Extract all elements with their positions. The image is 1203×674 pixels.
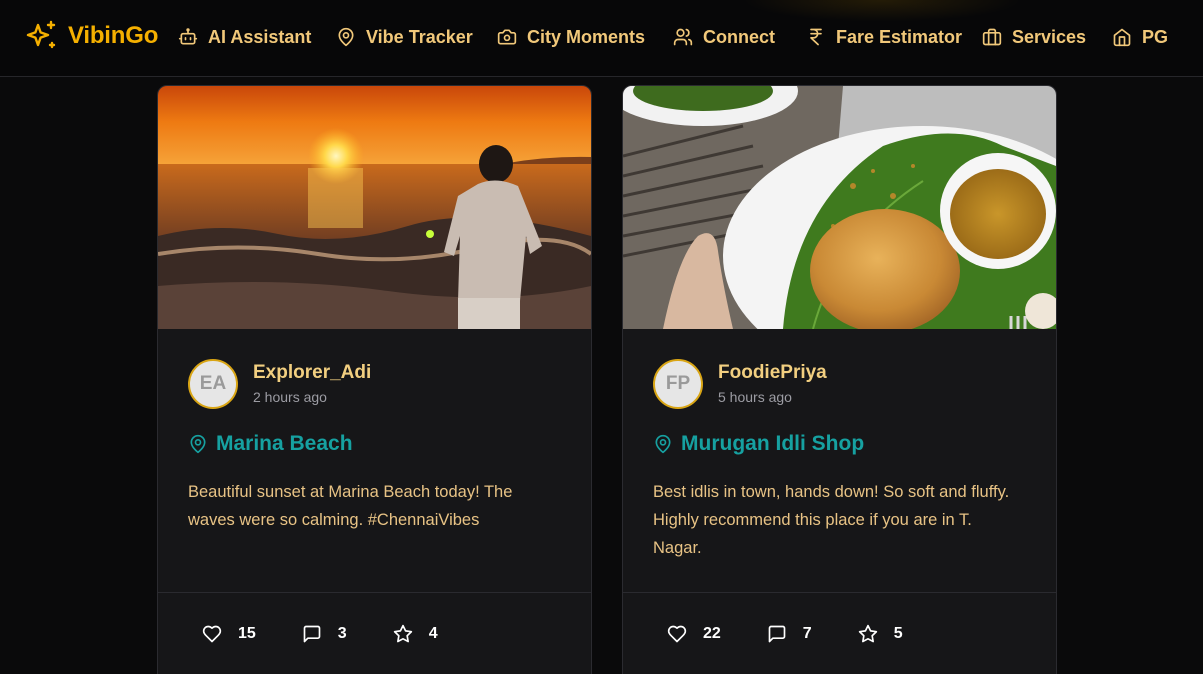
nav-pg[interactable]: PG (1112, 24, 1168, 50)
post-text: Beautiful sunset at Marina Beach today! … (188, 483, 513, 529)
nav-label: Vibe Tracker (366, 26, 473, 47)
post-actions: 22 7 5 (667, 624, 903, 644)
star-count: 4 (428, 625, 438, 642)
map-pin-icon (338, 27, 354, 47)
rupee-icon (810, 28, 822, 46)
location-name: Marina Beach (216, 432, 353, 455)
top-navbar: VibinGo AI Assistant Vibe Tracker City M… (0, 0, 1203, 77)
post-author[interactable]: EA Explorer_Adi 2 hours ago (188, 359, 371, 409)
post-time: 5 hours ago (718, 389, 792, 405)
post-actions: 15 3 4 (202, 624, 438, 644)
nav-services[interactable]: Services (982, 24, 1086, 50)
sparkle-icon (24, 19, 58, 53)
home-icon (1113, 28, 1131, 47)
camera-icon (497, 29, 517, 45)
divider (623, 592, 1056, 593)
nav-label: City Moments (527, 26, 646, 47)
divider (158, 592, 591, 593)
star-button[interactable]: 5 (858, 624, 903, 644)
brand[interactable]: VibinGo (24, 18, 158, 54)
robot-icon (178, 28, 198, 45)
star-count: 5 (893, 625, 903, 642)
nav-connect[interactable]: Connect (673, 24, 775, 50)
map-pin-icon (655, 434, 671, 454)
post-time: 2 hours ago (253, 389, 327, 405)
comment-count: 7 (802, 625, 812, 642)
brand-name: VibinGo (68, 22, 159, 49)
username[interactable]: FoodiePriya (718, 362, 827, 384)
star-icon (858, 624, 877, 643)
nav-label: PG (1142, 26, 1169, 47)
nav-glow (742, 0, 1022, 22)
heart-icon (202, 625, 222, 643)
map-pin-icon (190, 434, 206, 454)
like-count: 15 (238, 625, 256, 642)
like-button[interactable]: 22 (667, 624, 721, 644)
sunset-beach-photo[interactable] (158, 86, 591, 329)
post-card: EA Explorer_Adi 2 hours ago Marina Beach… (157, 85, 592, 674)
comment-icon (768, 625, 786, 643)
star-icon (393, 624, 412, 643)
username[interactable]: Explorer_Adi (253, 362, 371, 384)
avatar[interactable]: EA (188, 359, 238, 409)
nav-label: AI Assistant (208, 26, 312, 47)
comment-button[interactable]: 7 (767, 624, 812, 644)
avatar[interactable]: FP (653, 359, 703, 409)
post-text: Best idlis in town, hands down! So soft … (653, 483, 1010, 557)
like-button[interactable]: 15 (202, 624, 256, 644)
author-meta: Explorer_Adi 2 hours ago (253, 362, 371, 406)
nav-ai-assistant[interactable]: AI Assistant (178, 24, 311, 50)
briefcase-icon (982, 28, 1002, 46)
heart-icon (667, 625, 687, 643)
author-meta: FoodiePriya 5 hours ago (718, 362, 827, 406)
comment-icon (303, 625, 321, 643)
nav-vibe-tracker[interactable]: Vibe Tracker (336, 24, 473, 50)
comment-count: 3 (337, 625, 347, 642)
location-name: Murugan Idli Shop (681, 432, 865, 455)
nav-city-moments[interactable]: City Moments (497, 24, 645, 50)
comment-button[interactable]: 3 (302, 624, 347, 644)
nav-label: Services (1012, 26, 1087, 47)
idli-plate-photo[interactable] (623, 86, 1056, 329)
star-button[interactable]: 4 (393, 624, 438, 644)
like-count: 22 (703, 625, 721, 642)
nav-fare-estimator[interactable]: Fare Estimator (806, 24, 962, 50)
post-card: FP FoodiePriya 5 hours ago Murugan Idli … (622, 85, 1057, 674)
users-icon (673, 28, 693, 46)
post-location[interactable]: Marina Beach (188, 432, 353, 456)
nav-label: Fare Estimator (836, 26, 963, 47)
post-location[interactable]: Murugan Idli Shop (653, 432, 864, 456)
post-author[interactable]: FP FoodiePriya 5 hours ago (653, 359, 827, 409)
nav-label: Connect (703, 26, 775, 47)
